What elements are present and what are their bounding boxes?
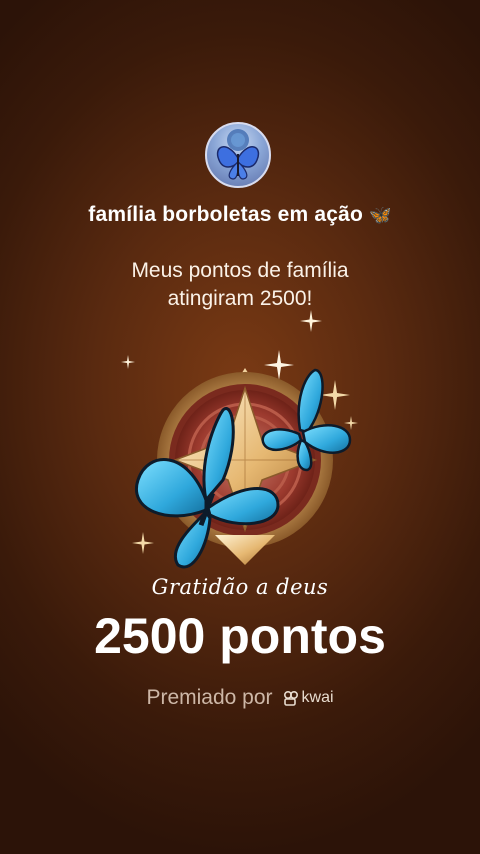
headline-line-2: atingiram 2500! <box>167 287 313 310</box>
sparkle-icon <box>300 310 322 332</box>
points-total: 2500 pontos <box>94 608 386 664</box>
milestone-badge <box>134 368 352 569</box>
butterfly-avatar-icon <box>216 129 260 180</box>
badge-caption: Gratidão a deus <box>151 575 329 599</box>
family-name-text: família borboletas em ação <box>88 203 364 226</box>
awarded-by: Premiado por kwai <box>0 686 480 710</box>
headline-line-1: Meus pontos de família <box>131 259 349 282</box>
family-name: família borboletas em ação 🦋 <box>0 203 480 227</box>
kwai-icon <box>283 690 298 706</box>
milestone-headline: Meus pontos de família atingiram 2500! <box>60 257 420 313</box>
kwai-logo: kwai <box>283 689 334 707</box>
butterfly-emoji: 🦋 <box>369 205 392 225</box>
kwai-brand-text: kwai <box>301 689 334 706</box>
family-avatar[interactable] <box>205 122 271 188</box>
awarded-by-label: Premiado por <box>146 686 273 709</box>
